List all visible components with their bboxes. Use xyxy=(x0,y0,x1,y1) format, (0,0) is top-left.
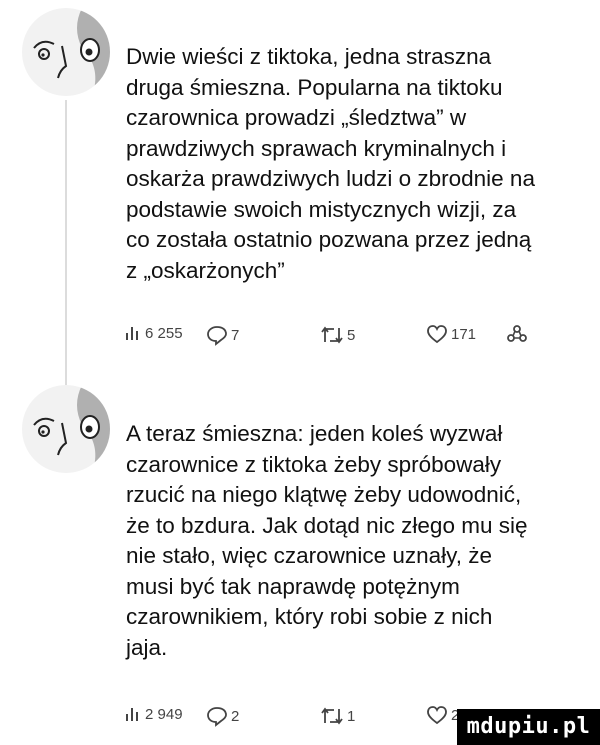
retweet-count: 5 xyxy=(347,326,356,344)
share-icon xyxy=(507,325,527,342)
tweet-2: A teraz śmieszna: jeden koleś wyzwał cza… xyxy=(0,385,600,745)
tweet-text-line: czarownikiem, który robi sobie z nich xyxy=(126,604,493,629)
tweet-text-line: A teraz śmieszna: jeden koleś wyzwał xyxy=(126,421,503,446)
like-icon xyxy=(427,325,447,344)
retweet-button[interactable]: 1 xyxy=(320,705,355,727)
reply-icon xyxy=(207,326,227,346)
like-icon xyxy=(427,706,447,725)
reply-icon xyxy=(207,707,227,727)
views-count: 6 255 xyxy=(145,324,183,342)
tweet-text-line: druga śmieszna. Popularna na tiktoku xyxy=(126,74,503,100)
views-button[interactable]: 2 949 xyxy=(124,705,183,723)
reply-button[interactable]: 2 xyxy=(206,705,239,727)
watermark: mdupiu.pl xyxy=(457,709,600,745)
tweet-1-text: Dwie wieści z tiktoka, jedna straszna dr… xyxy=(126,42,576,286)
retweet-icon xyxy=(321,326,343,344)
tweet-text-line: czarownice z tiktoka żeby spróbowały xyxy=(126,451,502,477)
views-icon xyxy=(126,327,138,340)
views-icon xyxy=(126,708,138,721)
like-count: 171 xyxy=(451,325,477,343)
reply-count: 2 xyxy=(231,707,240,725)
tweet-text-line: czarownica prowadzi „śledztwa” w xyxy=(126,105,467,130)
thread-line xyxy=(65,100,67,385)
retweet-button[interactable]: 5 xyxy=(320,324,355,346)
tweet-text-line: prawdziwych sprawach kryminalnych i xyxy=(126,135,507,161)
retweet-icon xyxy=(321,707,343,725)
tweet-1: Dwie wieści z tiktoka, jedna straszna dr… xyxy=(0,0,600,385)
reply-count: 7 xyxy=(231,326,240,344)
share-button[interactable] xyxy=(506,324,528,344)
views-button[interactable]: 6 255 xyxy=(124,324,183,342)
tweet-text-line: podstawie swoich mistycznych wizji, za xyxy=(126,196,517,222)
avatar-troll-face[interactable] xyxy=(22,8,110,96)
tweet-text-line: że to bzdura. Jak dotąd nic złego mu się xyxy=(126,512,528,538)
tweet-2-text: A teraz śmieszna: jeden koleś wyzwał cza… xyxy=(126,419,576,663)
tweet-1-actions: 6 255 7 5 171 xyxy=(124,324,564,350)
like-button[interactable]: 171 xyxy=(426,324,476,344)
avatar-troll-face[interactable] xyxy=(22,385,110,473)
retweet-count: 1 xyxy=(347,707,356,725)
tweet-text-line: co została ostatnio pozwana przez jedną xyxy=(126,227,532,252)
tweet-text-line: nie stało, więc czarownice uznały, że xyxy=(126,543,492,568)
troll-face-icon xyxy=(33,8,110,96)
tweet-text-line: Dwie wieści z tiktoka, jedna straszna xyxy=(126,44,492,69)
tweet-text-line: z „oskarżonych” xyxy=(126,257,285,283)
reply-button[interactable]: 7 xyxy=(206,324,239,346)
tweet-text-line: musi być tak naprawdę potężnym xyxy=(126,573,460,599)
tweet-text-line: rzucić na niego klątwę żeby udowodnić, xyxy=(126,482,522,507)
views-count: 2 949 xyxy=(145,705,183,723)
tweet-text-line: jaja. xyxy=(126,634,168,660)
tweet-text-line: oskarża prawdziwych ludzi o zbrodnie na xyxy=(126,166,535,191)
troll-face-icon xyxy=(33,385,110,473)
